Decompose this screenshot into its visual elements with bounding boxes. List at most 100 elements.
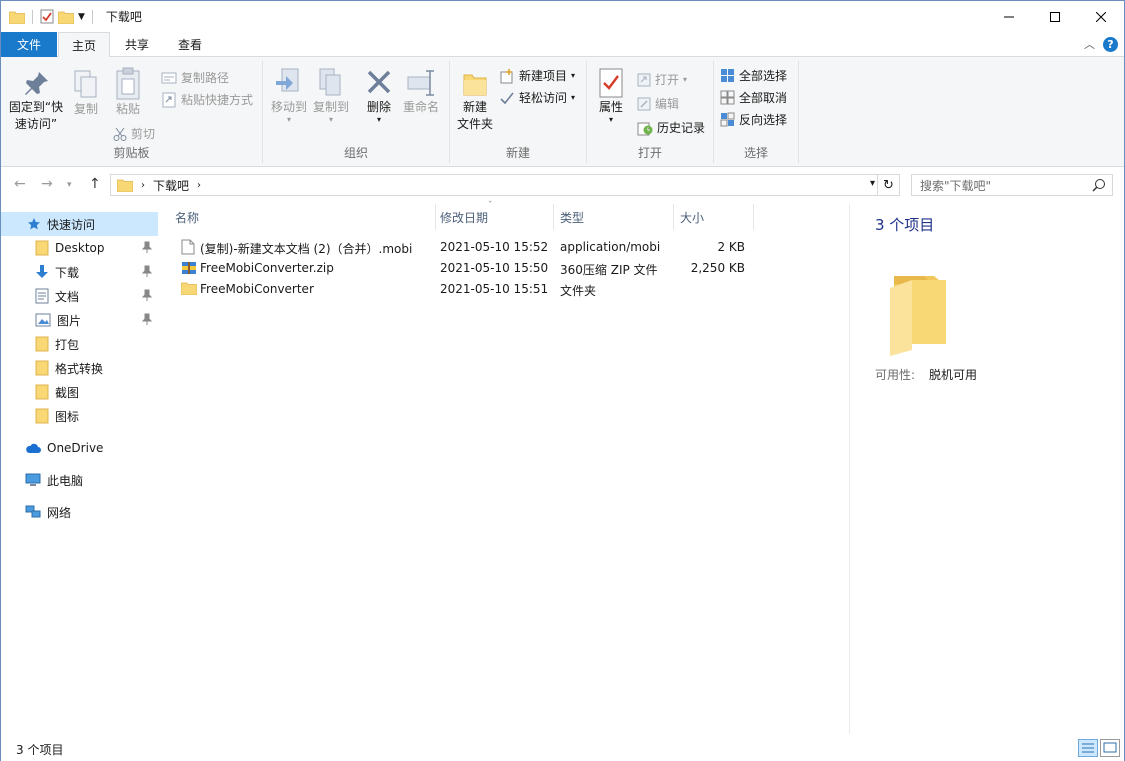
- new-folder-button[interactable]: 新建 文件夹: [454, 69, 496, 133]
- tab-home[interactable]: 主页: [58, 32, 110, 58]
- minimize-button[interactable]: [986, 1, 1032, 32]
- column-header-name[interactable]: 名称: [175, 204, 436, 230]
- tab-view[interactable]: 查看: [165, 32, 215, 57]
- copy-button[interactable]: 复制: [68, 69, 104, 118]
- sidebar-item-5[interactable]: 格式转换: [1, 356, 158, 380]
- refresh-icon[interactable]: ↻: [877, 175, 899, 195]
- tab-file[interactable]: 文件: [1, 32, 57, 57]
- column-header-type[interactable]: 类型: [554, 204, 674, 230]
- sidebar-item-4[interactable]: 打包: [1, 332, 158, 356]
- properties-icon: [599, 68, 623, 98]
- nav-onedrive-label: OneDrive: [47, 441, 104, 455]
- search-box[interactable]: 搜索"下载吧": [911, 174, 1113, 196]
- easy-access-button[interactable]: 轻松访问 ▾: [499, 89, 575, 106]
- breadcrumb-chevron-icon[interactable]: ›: [141, 180, 145, 191]
- new-item-icon: [500, 68, 513, 83]
- edit-button[interactable]: 编辑: [637, 95, 679, 112]
- new-folder-icon[interactable]: [58, 10, 74, 24]
- pin-quick-access-button[interactable]: 固定到“快 速访问”: [7, 69, 65, 133]
- nav-onedrive[interactable]: OneDrive: [1, 436, 158, 460]
- up-arrow-icon[interactable]: ↑: [89, 176, 101, 192]
- folder-icon: [35, 384, 49, 400]
- new-folder-icon: [463, 74, 487, 96]
- rename-button[interactable]: 重命名: [399, 67, 443, 116]
- search-input[interactable]: 搜索"下载吧": [920, 177, 991, 194]
- folder-icon: [35, 240, 49, 256]
- properties-button[interactable]: 属性 ▾: [591, 67, 631, 124]
- paste-shortcut-label: 粘贴快捷方式: [181, 93, 254, 107]
- copy-path-button[interactable]: 复制路径: [161, 69, 229, 86]
- group-clipboard: 固定到“快 速访问” 复制 粘贴 复制路径 粘贴快捷方式 剪切 剪贴板: [1, 61, 263, 163]
- history-button[interactable]: 历史记录: [637, 119, 705, 136]
- invert-selection-label: 反向选择: [739, 113, 788, 127]
- nav-item-icon: [35, 313, 51, 327]
- sidebar-item-1[interactable]: 下载: [1, 260, 158, 284]
- sidebar-item-3[interactable]: 图片: [1, 308, 158, 332]
- breadcrumb-chevron-icon[interactable]: ›: [197, 180, 201, 191]
- address-bar[interactable]: › 下载吧 › ▾ ↻: [110, 174, 900, 196]
- select-all-button[interactable]: 全部选择: [720, 67, 787, 84]
- delete-button[interactable]: 删除 ▾: [361, 67, 397, 124]
- nav-item-icon: [35, 240, 49, 256]
- sidebar-item-6[interactable]: 截图: [1, 380, 158, 404]
- close-button[interactable]: [1078, 1, 1124, 32]
- nav-quick-access[interactable]: 快速访问: [1, 212, 158, 236]
- table-row[interactable]: FreeMobiConverter 2021-05-10 15:51 文件夹: [175, 279, 835, 300]
- nav-this-pc-label: 此电脑: [47, 473, 84, 488]
- table-row[interactable]: FreeMobiConverter.zip 2021-05-10 15:50 360…: [175, 258, 835, 279]
- move-to-button[interactable]: 移动到 ▾: [267, 67, 311, 124]
- search-icon: [1092, 179, 1105, 192]
- paste-shortcut-icon: [162, 92, 176, 107]
- pin-icon[interactable]: [142, 241, 152, 253]
- ribbon: 固定到“快 速访问” 复制 粘贴 复制路径 粘贴快捷方式 剪切 剪贴板 移动到 …: [1, 57, 1124, 167]
- nav-item-icon: [35, 336, 49, 352]
- nav-this-pc[interactable]: 此电脑: [1, 468, 158, 492]
- move-to-label: 移动到: [270, 100, 307, 114]
- properties-icon[interactable]: [40, 9, 54, 24]
- nav-network[interactable]: 网络: [1, 500, 158, 524]
- delete-label: 删除: [366, 100, 391, 114]
- large-icons-view-icon[interactable]: [1100, 739, 1120, 757]
- sidebar-item-7[interactable]: 图标: [1, 404, 158, 428]
- maximize-button[interactable]: [1032, 1, 1078, 32]
- view-toggle: [1078, 739, 1120, 757]
- computer-icon: [25, 473, 41, 486]
- cut-button[interactable]: 剪切: [113, 125, 155, 142]
- easy-access-label: 轻松访问: [519, 91, 568, 105]
- navigation-pane: 快速访问 Desktop 下载 文档 图片 打包 格式转换 截图 图标 OneDrive 此电…: [1, 204, 161, 734]
- column-header-modified[interactable]: 修改日期 ˇ: [436, 201, 554, 230]
- invert-selection-icon: [720, 112, 735, 127]
- back-arrow-icon[interactable]: ←: [14, 176, 26, 192]
- address-dropdown-icon[interactable]: ▾: [870, 178, 875, 189]
- copy-path-label: 复制路径: [181, 71, 230, 85]
- open-button[interactable]: 打开 ▾: [637, 71, 687, 88]
- invert-selection-button[interactable]: 反向选择: [720, 111, 787, 128]
- column-header-size[interactable]: 大小: [674, 204, 754, 230]
- details-view-icon[interactable]: [1078, 739, 1098, 757]
- sidebar-item-2[interactable]: 文档: [1, 284, 158, 308]
- new-item-button[interactable]: 新建项目 ▾: [499, 67, 575, 84]
- select-all-label: 全部选择: [739, 69, 788, 83]
- recent-locations-chevron-icon[interactable]: ▾: [67, 180, 72, 190]
- copy-to-button[interactable]: 复制到 ▾: [309, 67, 353, 124]
- tab-share[interactable]: 共享: [113, 32, 161, 57]
- help-icon[interactable]: ?: [1103, 36, 1118, 52]
- document-icon: [35, 288, 49, 304]
- pin-icon[interactable]: [142, 289, 152, 301]
- forward-arrow-icon[interactable]: →: [41, 176, 53, 192]
- edit-label: 编辑: [655, 97, 680, 111]
- sidebar-item-0[interactable]: Desktop: [1, 236, 158, 260]
- pin-icon[interactable]: [142, 313, 152, 325]
- chevron-down-icon[interactable]: ▼: [78, 12, 85, 22]
- select-none-button[interactable]: 全部取消: [720, 89, 787, 106]
- collapse-ribbon-icon[interactable]: ︿: [1084, 36, 1095, 52]
- nav-network-label: 网络: [47, 505, 72, 520]
- table-row[interactable]: (复制)-新建文本文档 (2)（合并）.mobi 2021-05-10 15:52…: [175, 237, 835, 258]
- scissors-icon: [113, 127, 127, 141]
- breadcrumb-item[interactable]: 下载吧: [153, 177, 189, 194]
- select-none-icon: [720, 90, 735, 105]
- pin-icon[interactable]: [142, 265, 152, 277]
- paste-button[interactable]: 粘贴: [109, 67, 147, 118]
- folder-icon: [35, 336, 49, 352]
- paste-shortcut-button[interactable]: 粘贴快捷方式: [161, 91, 253, 108]
